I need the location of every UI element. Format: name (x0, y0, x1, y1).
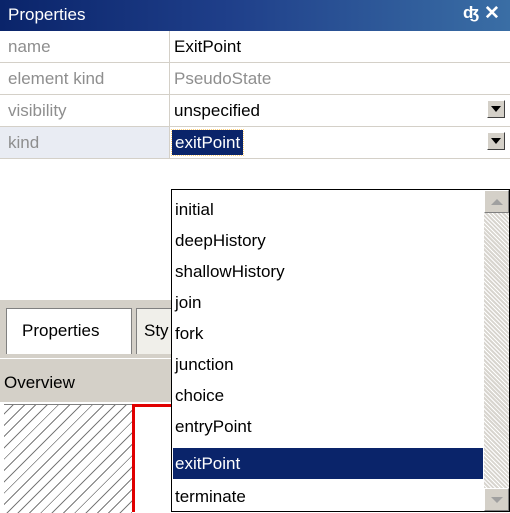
chevron-down-icon (491, 106, 501, 112)
chevron-up-icon (490, 198, 503, 205)
title-bar: Properties ʤ ✕ (0, 0, 510, 31)
dropdown-scrollbar[interactable] (484, 190, 509, 511)
dropdown-option[interactable]: terminate (173, 481, 483, 511)
dropdown-option[interactable]: initial (173, 194, 483, 225)
dropdown-option[interactable]: choice (173, 380, 483, 411)
kind-dropdown-button[interactable] (487, 132, 505, 150)
dropdown-option[interactable]: fork (173, 318, 483, 349)
property-row-name[interactable]: name ExitPoint (0, 31, 510, 63)
property-key: visibility (0, 95, 170, 126)
property-value-name[interactable]: ExitPoint (171, 31, 510, 62)
chevron-down-icon (491, 138, 501, 144)
scroll-down-button[interactable] (484, 488, 509, 511)
property-value-element-kind: PseudoState (174, 69, 272, 88)
properties-panel: Properties ʤ ✕ name ExitPoint element ki… (0, 0, 510, 513)
scroll-up-button[interactable] (484, 190, 509, 213)
panel-title: Properties (8, 5, 86, 24)
property-value-visibility[interactable]: unspecified (171, 95, 510, 126)
dropdown-option[interactable]: join (173, 287, 483, 318)
dropdown-option[interactable]: entryPoint (173, 411, 483, 442)
kind-select-value[interactable]: exitPoint (170, 129, 245, 156)
properties-grid: name ExitPoint element kind PseudoState … (0, 31, 510, 189)
overview-title: Overview (0, 358, 178, 402)
overview-viewport-frame[interactable] (132, 404, 172, 512)
property-key: element kind (0, 63, 170, 94)
dropdown-option-selected[interactable]: exitPoint (173, 448, 483, 479)
property-key: name (0, 31, 170, 62)
pin-icon[interactable]: ʤ (463, 3, 479, 23)
property-key: kind (0, 127, 170, 158)
kind-dropdown-list[interactable]: initial deepHistory shallowHistory join … (171, 189, 510, 512)
dropdown-option[interactable]: shallowHistory (173, 256, 483, 287)
dropdown-option[interactable]: junction (173, 349, 483, 380)
close-icon[interactable]: ✕ (484, 2, 500, 25)
dropdown-option[interactable]: deepHistory (173, 225, 483, 256)
overview-canvas[interactable] (4, 404, 132, 513)
chevron-down-icon (490, 496, 503, 503)
property-row-kind[interactable]: kind exitPoint (0, 127, 510, 159)
tab-properties[interactable]: Properties (6, 308, 132, 354)
visibility-dropdown-button[interactable] (487, 100, 505, 118)
property-row-visibility[interactable]: visibility unspecified (0, 95, 510, 127)
property-row-element-kind[interactable]: element kind PseudoState (0, 63, 510, 95)
